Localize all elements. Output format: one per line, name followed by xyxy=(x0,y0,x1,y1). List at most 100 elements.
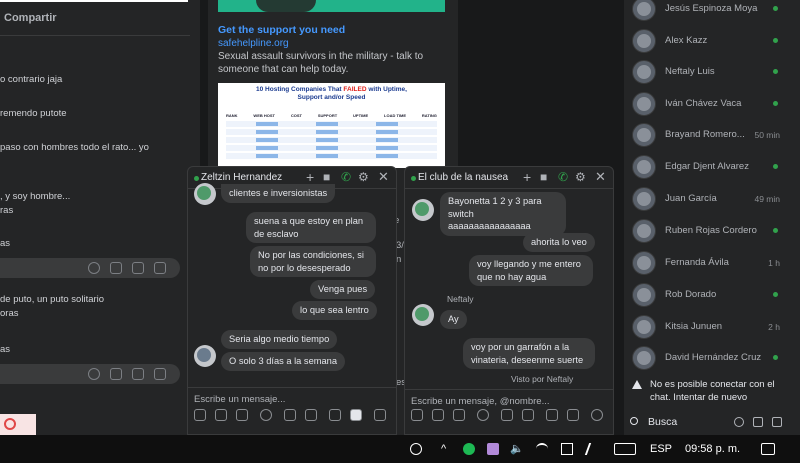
avatar xyxy=(632,0,656,21)
sticker-icon[interactable] xyxy=(154,368,166,380)
add-person-icon[interactable]: + xyxy=(306,170,314,184)
connection-warning[interactable]: No es posible conectar con el chat. Inte… xyxy=(632,378,796,404)
message-bubble: O solo 3 días a la semana xyxy=(221,352,346,371)
comment-input[interactable] xyxy=(0,258,180,278)
contact-name: Rob Dorado xyxy=(665,289,717,300)
game-icon[interactable] xyxy=(305,409,317,421)
contact-item[interactable]: Rob Dorado xyxy=(624,280,800,312)
contact-item[interactable]: David Hernández Cruz xyxy=(624,343,800,375)
taskbar-clock[interactable]: 09:58 p. m. xyxy=(685,435,740,463)
contact-item[interactable]: Brayand Romero... 50 min xyxy=(624,120,800,152)
message-input[interactable]: Escribe un mensaje, @nombre... xyxy=(411,396,549,407)
photo-icon[interactable] xyxy=(411,409,423,421)
emoji-icon[interactable] xyxy=(88,262,100,274)
camera-icon[interactable] xyxy=(546,409,558,421)
gear-icon[interactable] xyxy=(734,417,744,427)
post-thumbnail[interactable] xyxy=(0,414,36,435)
message-bubble: Ay xyxy=(440,310,467,329)
show-hidden-icons-icon[interactable]: ^ xyxy=(441,435,446,463)
sticker-icon[interactable] xyxy=(215,409,227,421)
add-person-icon[interactable]: + xyxy=(523,170,531,184)
gif-icon[interactable] xyxy=(132,262,144,274)
close-icon[interactable]: ✕ xyxy=(595,170,606,183)
avatar xyxy=(632,219,656,243)
reaction-icon[interactable] xyxy=(591,409,603,421)
video-call-icon[interactable]: ■ xyxy=(323,171,330,183)
like-icon[interactable] xyxy=(374,409,386,421)
comment-text: as xyxy=(0,344,11,355)
chat-title[interactable]: El club de la nausea xyxy=(418,172,508,183)
wifi-icon[interactable] xyxy=(536,443,548,455)
contact-item[interactable]: Edgar Djent Alvarez xyxy=(624,152,800,184)
language-indicator[interactable]: ESP xyxy=(650,435,672,463)
attach-icon[interactable] xyxy=(501,409,513,421)
settings-icon[interactable]: ⚙ xyxy=(575,171,586,183)
share-button[interactable]: Compartir xyxy=(0,0,190,36)
contact-item[interactable]: Kitsia Junuen 2 h xyxy=(624,312,800,344)
contacts-sidebar: Jesús Espinoza Moya Alex Kazz Neftaly Lu… xyxy=(624,0,800,435)
contact-item[interactable]: Fernanda Ávila 1 h xyxy=(624,248,800,280)
close-icon[interactable]: ✕ xyxy=(378,170,389,183)
online-indicator xyxy=(773,69,778,74)
contacts-search[interactable]: Busca xyxy=(624,412,800,434)
phone-icon[interactable]: ✆ xyxy=(341,171,351,183)
game-icon[interactable] xyxy=(522,409,534,421)
online-indicator xyxy=(773,164,778,169)
video-call-icon[interactable]: ■ xyxy=(540,171,547,183)
avatar xyxy=(632,187,656,211)
contact-item[interactable]: Iván Chávez Vaca xyxy=(624,89,800,121)
emoji-icon[interactable] xyxy=(88,368,100,380)
payment-icon[interactable] xyxy=(350,409,362,421)
contact-item[interactable]: Neftaly Luis xyxy=(624,57,800,89)
camera-icon[interactable] xyxy=(110,368,122,380)
ad-banner-image[interactable] xyxy=(218,0,445,12)
people-icon[interactable] xyxy=(410,443,422,455)
sticker-icon[interactable] xyxy=(154,262,166,274)
payment-icon[interactable] xyxy=(567,409,579,421)
sticker-icon[interactable] xyxy=(432,409,444,421)
comment-text: as xyxy=(0,238,11,249)
contact-name: Iván Chávez Vaca xyxy=(665,98,742,109)
contact-item[interactable]: Alex Kazz xyxy=(624,26,800,58)
keyboard-icon[interactable] xyxy=(614,443,636,455)
gif-icon[interactable] xyxy=(453,409,465,421)
network-icon[interactable] xyxy=(561,443,573,455)
ad-title-link[interactable]: Get the support you need xyxy=(218,24,345,36)
volume-icon[interactable]: 🔈 xyxy=(510,435,524,463)
online-indicator xyxy=(411,176,416,181)
chat-window-club[interactable]: El club de la nausea + ■ ✆ ⚙ ✕ Bayonetta… xyxy=(404,166,614,435)
message-bubble: clientes e inversionistas xyxy=(221,184,336,203)
comment-input[interactable] xyxy=(0,364,180,384)
camera-icon[interactable] xyxy=(110,262,122,274)
chat-title[interactable]: Zeltzin Hernandez xyxy=(201,172,282,183)
avatar xyxy=(412,199,434,221)
spotify-icon[interactable] xyxy=(463,443,475,455)
contact-item[interactable]: Jesús Espinoza Moya xyxy=(624,0,800,26)
comment-text: paso con hombres todo el rato... yo xyxy=(0,142,149,153)
avatar xyxy=(632,251,656,275)
chat-header[interactable]: El club de la nausea + ■ ✆ ⚙ ✕ xyxy=(405,167,613,189)
avatar xyxy=(632,123,656,147)
message-input[interactable]: Escribe un mensaje... xyxy=(194,394,285,405)
camera-icon[interactable] xyxy=(329,409,341,421)
contact-item[interactable]: Juan García 49 min xyxy=(624,184,800,216)
avatar xyxy=(632,315,656,339)
chat-window-zeltzin[interactable]: Zeltzin Hernandez + ■ ✆ ⚙ ✕ clientes e i… xyxy=(187,166,397,435)
ad-url-link[interactable]: safehelpline.org xyxy=(218,38,289,49)
emoji-icon[interactable] xyxy=(260,409,272,421)
message-bubble: Venga pues xyxy=(310,280,376,299)
notifications-icon[interactable] xyxy=(761,443,775,455)
photo-icon[interactable] xyxy=(194,409,206,421)
gif-icon[interactable] xyxy=(236,409,248,421)
group-icon[interactable] xyxy=(772,417,782,427)
feather-icon[interactable] xyxy=(487,443,499,455)
emoji-icon[interactable] xyxy=(477,409,489,421)
gif-icon[interactable] xyxy=(132,368,144,380)
pen-icon[interactable] xyxy=(584,443,602,455)
ad-infographic-image[interactable]: 10 Hosting Companies That FAILED with Up… xyxy=(218,83,445,168)
phone-icon[interactable]: ✆ xyxy=(558,171,568,183)
settings-icon[interactable]: ⚙ xyxy=(358,171,369,183)
contact-item[interactable]: Ruben Rojas Cordero xyxy=(624,216,800,248)
attach-icon[interactable] xyxy=(284,409,296,421)
new-message-icon[interactable] xyxy=(753,417,763,427)
